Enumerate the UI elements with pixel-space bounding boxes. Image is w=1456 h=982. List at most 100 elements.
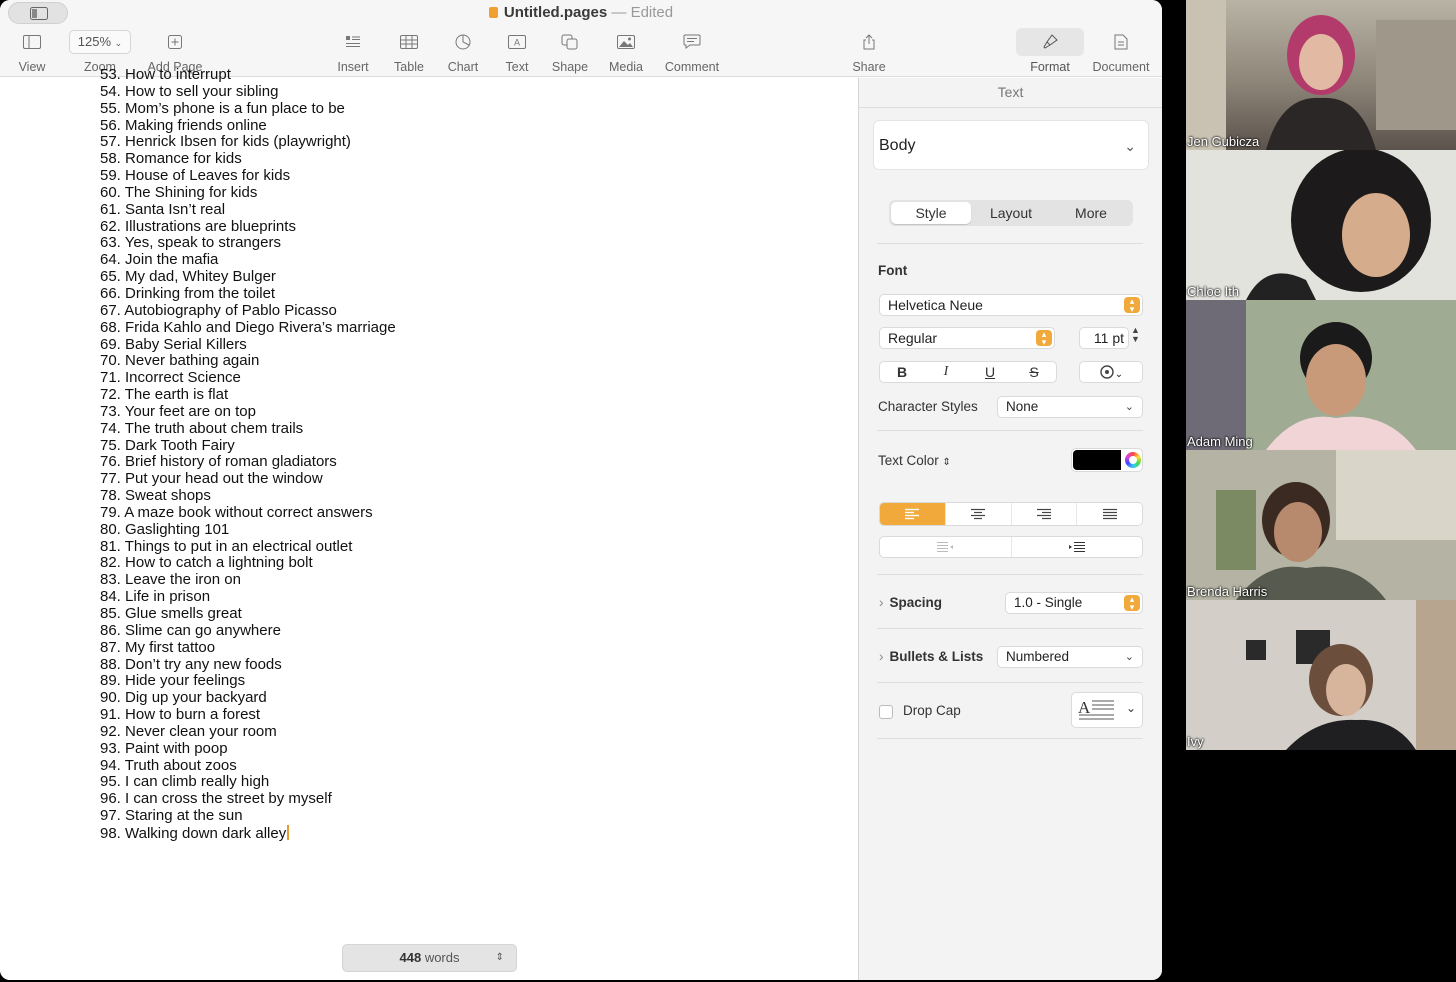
list-item[interactable]: 73. Your feet are on top [100,402,396,421]
color-wheel-icon[interactable] [1125,452,1141,468]
list-item[interactable]: 84. Life in prison [100,588,396,606]
list-item[interactable]: 74. The truth about chem trails [100,420,396,438]
format-button[interactable]: Format [1016,28,1084,74]
zoom-dropdown[interactable]: 125% ⌄ [69,30,131,54]
text-color-well[interactable] [1071,448,1143,472]
list-item[interactable]: 89. Hide your feelings [100,672,396,690]
list-item[interactable]: 61. Santa Isn’t real [100,201,396,219]
list-item[interactable]: 68. Frida Kahlo and Diego Rivera’s marri… [100,319,396,337]
list-item[interactable]: 54. How to sell your sibling [100,82,396,101]
list-item-text: 85. Glue smells great [100,605,242,622]
list-item[interactable]: 98. Walking down dark alley [100,824,396,843]
list-item[interactable]: 77. Put your head out the window [100,470,396,488]
text-color-label[interactable]: Text Color ⇕ [878,453,951,468]
list-item[interactable]: 62. Illustrations are blueprints [100,218,396,236]
list-item[interactable]: 59. House of Leaves for kids [100,167,396,185]
bullets-lists-toggle[interactable]: › Bullets & Lists [879,649,983,664]
media-button[interactable]: Media [604,30,648,74]
font-size-field[interactable]: 11 pt [1079,327,1129,349]
spacing-toggle[interactable]: › Spacing [879,595,942,610]
list-item[interactable]: 57. Henrick Ibsen for kids (playwright) [100,133,396,151]
drop-cap-checkbox[interactable] [879,705,893,719]
list-item[interactable]: 76. Brief history of roman gladiators [100,453,396,471]
list-item[interactable]: 79. A maze book without correct answers [100,504,396,522]
participant-tile[interactable]: Ivy [1186,600,1456,750]
align-center-button[interactable] [944,503,1011,525]
document-button[interactable]: Document [1088,30,1154,74]
text-button[interactable]: A Text [496,30,538,74]
character-styles-dropdown[interactable]: None ⌄ [997,396,1143,418]
list-item[interactable]: 83. Leave the iron on [100,571,396,589]
align-right-button[interactable] [1010,503,1077,525]
list-item[interactable]: 71. Incorrect Science [100,369,396,387]
typeface-select[interactable]: Regular ▴ ▾ [879,327,1055,349]
list-item[interactable]: 96. I can cross the street by myself [100,790,396,808]
list-item[interactable]: 72. The earth is flat [100,386,396,404]
list-item[interactable]: 87. My first tattoo [100,639,396,657]
list-item[interactable]: 95. I can climb really high [100,774,396,791]
list-item[interactable]: 65. My dad, Whitey Bulger [100,268,396,286]
justify-button[interactable] [1076,503,1142,525]
comment-button[interactable]: Comment [662,30,722,74]
participant-tile[interactable]: Jen Gubicza [1186,0,1456,150]
text-options-button[interactable]: ⌄ [1079,361,1143,383]
list-item[interactable]: 75. Dark Tooth Fairy [100,437,396,455]
participant-tile[interactable]: Adam Ming [1186,300,1456,450]
align-left-button[interactable] [880,503,945,525]
font-size-stepper[interactable]: ▲ ▼ [1131,326,1140,344]
spacing-select[interactable]: 1.0 - Single ▴ ▾ [1005,592,1143,614]
list-item[interactable]: 69. Baby Serial Killers [100,336,396,354]
numbered-list[interactable]: 53. How to interrupt 54. How to sell your… [100,66,396,843]
bold-button[interactable]: B [880,362,924,382]
strikethrough-button[interactable]: S [1012,362,1056,382]
list-item[interactable]: 92. Never clean your room [100,723,396,741]
list-item-text: 98. Walking down dark alley [100,824,287,842]
increase-indent-button[interactable] [1010,537,1143,557]
tab-style[interactable]: Style [891,202,971,224]
tab-layout[interactable]: Layout [971,202,1051,224]
list-item[interactable]: 86. Slime can go anywhere [100,622,396,640]
list-item[interactable]: 64. Join the mafia [100,251,396,269]
italic-button[interactable]: I [924,362,968,382]
list-item[interactable]: 85. Glue smells great [100,605,396,623]
shape-button[interactable]: Shape [548,30,592,74]
list-item[interactable]: 60. The Shining for kids [100,184,396,202]
drop-cap-style-dropdown[interactable]: A ⌄ [1071,692,1143,728]
participant-tile[interactable]: Brenda Harris [1186,450,1456,600]
list-item[interactable]: 53. How to interrupt [100,66,396,84]
list-item[interactable]: 80. Gaslighting 101 [100,521,396,539]
list-item[interactable]: 78. Sweat shops [100,487,396,505]
share-button[interactable]: Share [848,30,890,74]
chart-button[interactable]: Chart [442,30,484,74]
list-item[interactable]: 63. Yes, speak to strangers [100,235,396,252]
list-item-text: 73. Your feet are on top [100,402,256,420]
underline-button[interactable]: U [968,362,1012,382]
list-item[interactable]: 90. Dig up your backyard [100,689,396,707]
list-item[interactable]: 67. Autobiography of Pablo Picasso [100,302,396,320]
list-item[interactable]: 56. Making friends online [100,117,396,135]
list-item[interactable]: 93. Paint with poop [100,740,396,758]
font-family-select[interactable]: Helvetica Neue ▴ ▾ [879,294,1143,316]
view-button[interactable]: View [12,30,52,74]
list-item[interactable]: 97. Staring at the sun [100,807,396,825]
list-item[interactable]: 88. Don’t try any new foods [100,656,396,674]
list-item[interactable]: 70. Never bathing again [100,352,396,370]
decrease-indent-button[interactable] [880,537,1011,557]
list-item[interactable]: 55. Mom’s phone is a fun place to be [100,100,396,118]
divider [877,574,1143,575]
bullets-lists-dropdown[interactable]: Numbered ⌄ [997,646,1143,668]
word-count-button[interactable]: 448 words ⇕ [342,944,517,972]
participant-tile[interactable]: Chloe Ith [1186,150,1456,300]
tab-more[interactable]: More [1051,202,1131,224]
list-item[interactable]: 81. Things to put in an electrical outle… [100,538,396,556]
list-item-text: 54. How to sell your sibling [100,82,279,100]
list-item[interactable]: 94. Truth about zoos [100,757,396,775]
list-item[interactable]: 66. Drinking from the toilet [100,285,396,303]
list-item[interactable]: 91. How to burn a forest [100,706,396,724]
paragraph-style-dropdown[interactable]: Body ⌄ [873,120,1149,170]
list-item[interactable]: 82. How to catch a lightning bolt [100,555,396,572]
participant-video [1186,0,1456,150]
list-item-text: 84. Life in prison [100,588,211,606]
document-canvas[interactable]: 53. How to interrupt 54. How to sell your… [0,66,858,980]
list-item[interactable]: 58. Romance for kids [100,150,396,168]
